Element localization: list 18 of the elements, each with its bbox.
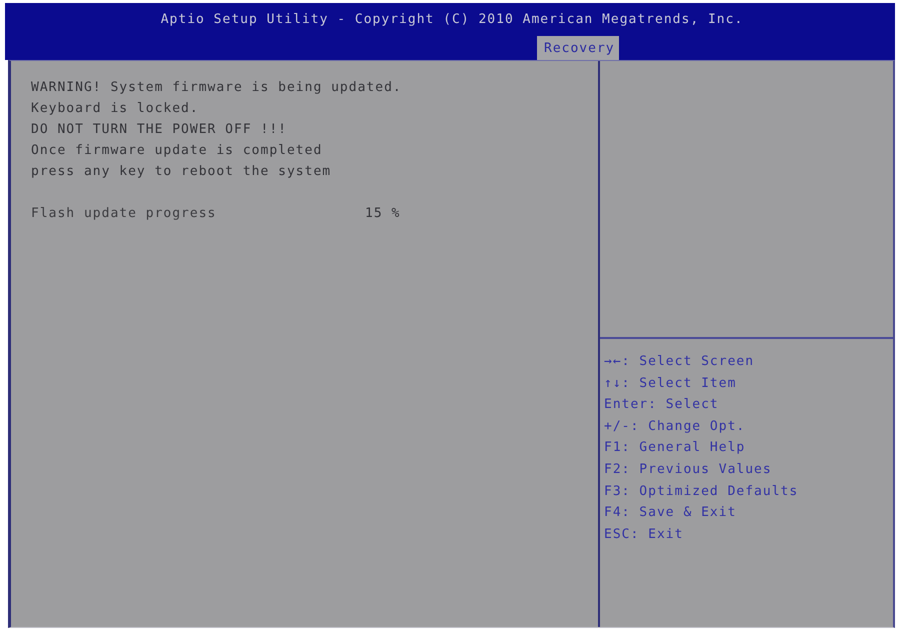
message-line: Keyboard is locked. (31, 100, 200, 118)
tab[interactable]: Recovery (537, 36, 619, 60)
help-line: F2: Previous Values (604, 460, 773, 479)
message-line: press any key to reboot the system (31, 163, 332, 181)
help-line: ESC: Exit (604, 526, 684, 544)
help-line: →←: Select Screen (604, 353, 756, 371)
message-line: WARNING! System firmware is being updated. (31, 79, 403, 97)
message-line: DO NOT TURN THE POWER OFF !!! (31, 121, 288, 139)
help-line: +/-: Change Opt. (604, 418, 746, 436)
help-line: F4: Save & Exit (604, 504, 738, 522)
progress-value: 15 % (365, 205, 400, 223)
message-line: Once firmware update is completed (31, 142, 324, 160)
help-line: ↑↓: Select Item (604, 374, 738, 393)
header-title: Aptio Setup Utility - Copyright (C) 2010 American Megatrends, Inc. (160, 12, 744, 28)
help-line: F3: Optimized Defaults (604, 482, 800, 501)
help-line: Enter: Select (604, 396, 720, 414)
help-line: F1: General Help (604, 439, 746, 458)
progress-label: Flash update progress (31, 205, 218, 223)
